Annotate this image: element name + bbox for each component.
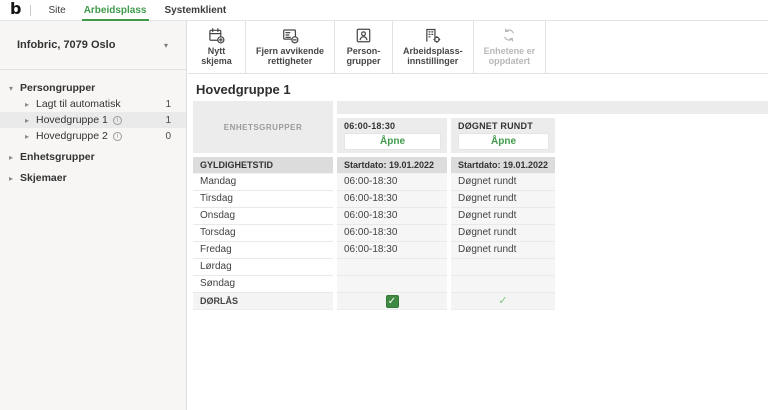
doorlock-cell-2: ✓ [451,293,555,310]
workplace-settings-button[interactable]: Arbeidsplass-innstillinger [393,21,474,73]
sidebar-item-label: Hovedgruppe 1 [36,114,108,126]
toolbar-label: Person-grupper [346,46,381,67]
day-label: Fredag [193,242,333,259]
day-value: 06:00-18:30 [337,174,447,191]
sidebar-item-label: Enhetsgrupper [20,151,95,163]
column-header-0600-1830: 06:00-18:30 Åpne [337,118,447,153]
info-icon[interactable]: i [112,131,122,141]
toolbar-label: Enhetene er oppdatert [483,46,536,67]
enhetsgrupper-header: ENHETSGRUPPER [193,101,333,153]
toolbar-label: Arbeidsplass-innstillinger [403,46,463,67]
org-name: Infobric, 7079 Oslo [17,39,116,51]
toolbar: Nyttskjema Fjern avvikenderettigheter [188,21,768,74]
toolbar-label: Nytt skjema [201,46,232,67]
check-icon: ✓ [498,295,508,307]
page-title: Hovedgruppe 1 [196,82,291,97]
day-label: Onsdag [193,208,333,225]
day-label: Torsdag [193,225,333,242]
column-header-label: 06:00-18:30 [344,121,396,131]
person-groups-button[interactable]: Person-grupper [335,21,394,73]
caret-right-icon[interactable]: ▸ [9,174,20,183]
sidebar-item-enhetsgrupper[interactable]: ▸ Enhetsgrupper [0,149,186,165]
person-badge-icon [355,26,372,44]
item-count: 1 [165,98,171,110]
validity-value: Startdato: 19.01.2022 [337,157,447,174]
day-value: 06:00-18:30 [337,242,447,259]
devices-updated-status: Enhetene er oppdatert [474,21,547,73]
sidebar-item-skjemaer[interactable]: ▸ Skjemaer [0,170,186,186]
item-count: 0 [165,130,171,142]
topbar: b Site Arbeidsplass Systemklient [0,0,768,21]
sidebar-item-lagt-til-automatisk[interactable]: ▸ Lagt til automatisk 1 [0,96,186,112]
chevron-down-icon[interactable]: ▾ [164,41,168,50]
sidebar-tree: ▾ Persongrupper ▸ Lagt til automatisk 1 … [0,70,186,186]
card-minus-icon [282,26,299,44]
caret-down-icon[interactable]: ▾ [9,84,20,93]
day-value: Døgnet rundt [451,174,555,191]
main-area: Nyttskjema Fjern avvikenderettigheter [188,21,768,410]
day-value [337,276,447,293]
day-label: Mandag [193,174,333,191]
sidebar-item-persongrupper[interactable]: ▾ Persongrupper [0,80,186,96]
remove-deviating-rights-button[interactable]: Fjern avvikende rettigheter [246,21,336,73]
day-value: Døgnet rundt [451,242,555,259]
open-button-1[interactable]: Åpne [344,133,441,150]
column-header-dognet-rundt: DØGNET RUNDT Åpne [451,118,555,153]
day-value: Døgnet rundt [451,225,555,242]
content: Hovedgruppe 1 ENHETSGRUPPER 06:00-18:30 … [188,74,768,310]
day-label: Lørdag [193,259,333,276]
caret-right-icon[interactable]: ▸ [25,132,36,141]
day-label: Søndag [193,276,333,293]
doorlock-label: DØRLÅS [193,293,333,310]
sidebar-item-label: Hovedgruppe 2 [36,130,108,142]
tab-arbeidsplass[interactable]: Arbeidsplass [75,0,156,21]
topbar-divider [30,4,32,16]
validity-value: Startdato: 19.01.2022 [451,157,555,174]
table-header-row: ENHETSGRUPPER 06:00-18:30 Åpne DØGNET RU… [193,101,768,153]
infobric-logo-icon: b [10,0,22,18]
org-selector[interactable]: Infobric, 7079 Oslo ▾ [0,21,186,70]
day-value [451,259,555,276]
checkbox-checked-icon[interactable]: ✓ [385,294,399,308]
day-value [451,276,555,293]
sidebar: Infobric, 7079 Oslo ▾ ▾ Persongrupper ▸ … [0,21,187,410]
tab-systemklient[interactable]: Systemklient [156,0,236,21]
new-form-button[interactable]: Nytt skjema [188,21,246,73]
open-button-2[interactable]: Åpne [458,133,549,150]
sidebar-item-hovedgruppe-1[interactable]: ▸ Hovedgruppe 1 i 1 [0,112,186,128]
caret-right-icon[interactable]: ▸ [25,100,36,109]
tab-site[interactable]: Site [39,0,74,21]
caret-right-icon[interactable]: ▸ [25,116,36,125]
doorlock-cell-1: ✓ [337,293,447,310]
caret-right-icon[interactable]: ▸ [9,153,20,162]
calendar-plus-icon [208,26,225,44]
validity-label: GYLDIGHETSTID [193,157,333,174]
refresh-icon [501,26,517,44]
day-label: Tirsdag [193,191,333,208]
day-value [337,259,447,276]
day-value: Døgnet rundt [451,208,555,225]
sidebar-item-label: Lagt til automatisk [36,98,121,110]
sidebar-item-label: Skjemaer [20,172,67,184]
day-value: 06:00-18:30 [337,191,447,208]
info-icon[interactable]: i [112,115,122,125]
table-body: GYLDIGHETSTID Startdato: 19.01.2022 Star… [193,157,768,310]
toolbar-label: Fjern avvikende rettigheter [256,46,325,67]
sidebar-item-hovedgruppe-2[interactable]: ▸ Hovedgruppe 2 i 0 [0,128,186,144]
day-value: 06:00-18:30 [337,208,447,225]
sidebar-item-label: Persongrupper [20,82,96,94]
item-count: 1 [165,114,171,126]
building-gear-icon [424,26,441,44]
column-header-label: DØGNET RUNDT [458,121,533,131]
access-table: ENHETSGRUPPER 06:00-18:30 Åpne DØGNET RU… [193,101,768,310]
day-value: 06:00-18:30 [337,225,447,242]
day-value: Døgnet rundt [451,191,555,208]
